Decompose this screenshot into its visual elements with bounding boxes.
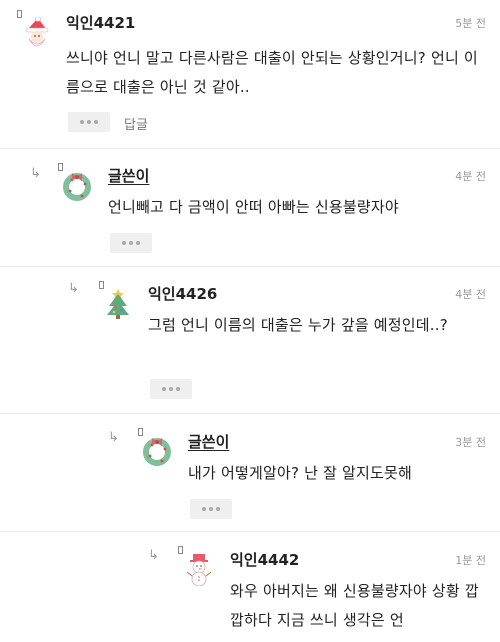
christmas-tree-icon: [103, 286, 133, 320]
comment-time: 3분 전: [455, 436, 486, 449]
dot-icon: [122, 241, 126, 245]
dot-icon: [136, 241, 140, 245]
dot-icon: [169, 387, 173, 391]
reply-arrow-icon: ↳: [108, 430, 119, 445]
more-options-button[interactable]: [68, 112, 110, 132]
reply-button[interactable]: 답글: [124, 114, 148, 133]
author-name[interactable]: 글쓴이: [108, 165, 149, 186]
snowman-icon: [184, 552, 214, 587]
more-options-button[interactable]: [190, 499, 232, 519]
dot-icon: [162, 387, 166, 391]
comment-4: ↳ 글쓴이 3분 전 내가 어떻게알아? 난 잘 알지도못해: [0, 413, 500, 532]
comment-time: 4분 전: [455, 170, 486, 183]
dot-icon: [94, 120, 98, 124]
more-options-button[interactable]: [110, 233, 152, 253]
comment-marker: [178, 546, 183, 554]
commenter-name[interactable]: 익인4442: [230, 549, 299, 570]
comment-text: 와우 아버지는 왜 신용불량자야 상황 깝깝하다 지금 쓰니 생각은 언: [230, 582, 479, 629]
comment-1: 익인4421 5분 전 쓰니야 언니 말고 다른사람은 대출이 안되는 상황인거…: [0, 0, 500, 148]
comment-text: 내가 어떻게알아? 난 잘 알지도못해: [188, 464, 413, 482]
commenter-name[interactable]: 익인4421: [66, 12, 135, 33]
dot-icon: [202, 507, 206, 511]
reply-arrow-icon: ↳: [30, 166, 41, 181]
reply-arrow-icon: ↳: [68, 281, 79, 296]
comment-time: 5분 전: [455, 17, 486, 30]
comment-text: 언니빼고 다 금액이 안떠 아빠는 신용불량자야: [108, 198, 399, 216]
comment-3: ↳ 익인4426 4분 전 그럼 언니 이름의 대출은 누가 갚을 예정인데..…: [0, 266, 500, 414]
wreath-icon: [62, 169, 92, 203]
comment-time: 1분 전: [455, 554, 486, 567]
comment-2: ↳ 글쓴이 4분 전 언니빼고 다 금액이 안떠 아빠는 신용불량자야: [0, 148, 500, 267]
dot-icon: [216, 507, 220, 511]
more-options-button[interactable]: [150, 379, 192, 399]
reply-arrow-icon: ↳: [148, 548, 159, 563]
dot-icon: [176, 387, 180, 391]
commenter-name[interactable]: 익인4426: [148, 283, 217, 304]
comment-text: 쓰니야 언니 말고 다른사람은 대출이 안되는 상황인거니? 언니 이름으로 대…: [66, 49, 478, 96]
wreath-icon: [142, 434, 172, 468]
comment-5: ↳ 익인4442 1분 전 와우 아버지는 왜 신용불량자야 상황 깝깝하다 지…: [0, 531, 500, 642]
dot-icon: [80, 120, 84, 124]
dot-icon: [209, 507, 213, 511]
dot-icon: [129, 241, 133, 245]
comment-time: 4분 전: [455, 288, 486, 301]
author-name[interactable]: 글쓴이: [188, 431, 229, 452]
dot-icon: [87, 120, 91, 124]
comment-text: 그럼 언니 이름의 대출은 누가 갚을 예정인데..?: [148, 316, 448, 334]
santa-icon: [22, 16, 52, 51]
